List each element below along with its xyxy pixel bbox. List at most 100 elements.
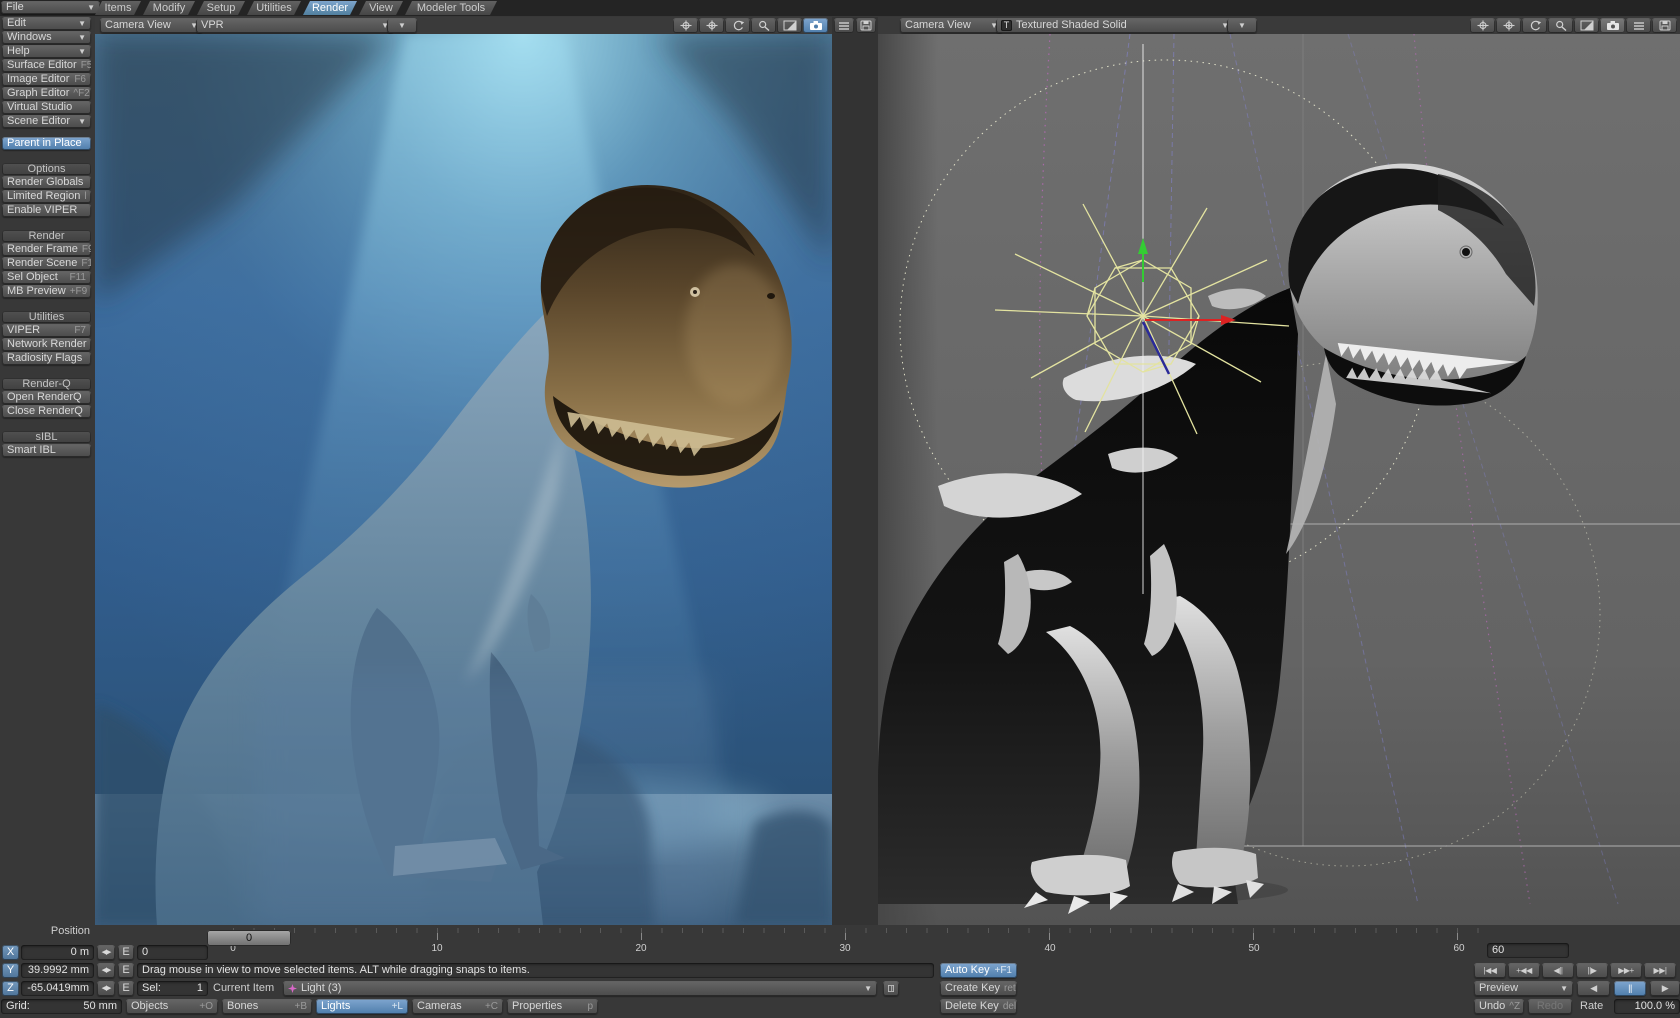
camera-icon[interactable] (1600, 18, 1625, 33)
mb-preview-button[interactable]: MB Preview+F9 (2, 285, 91, 298)
step-forward-button[interactable]: ||▶ (1576, 963, 1608, 978)
rotate-icon[interactable] (725, 18, 750, 33)
render-globals-button[interactable]: Render Globals (2, 176, 91, 189)
pause-button[interactable]: || (1614, 981, 1646, 996)
render-mode-dropdown[interactable]: T Textured Shaded Solid▼ (996, 18, 1234, 33)
preview-dropdown[interactable]: Preview▼ (1474, 981, 1573, 996)
pan-icon[interactable] (1496, 18, 1521, 33)
tab-view[interactable]: View (359, 1, 403, 15)
properties-button[interactable]: Propertiesp (507, 999, 598, 1014)
z-envelope-button[interactable]: E (118, 981, 134, 996)
sel-object-button[interactable]: Sel ObjectF11 (2, 271, 91, 284)
image-editor-button[interactable]: Image EditorF6 (2, 73, 91, 86)
parent-in-place-button[interactable]: Parent in Place (2, 137, 91, 150)
save-icon[interactable] (1652, 18, 1677, 33)
render-scene-button[interactable]: Render SceneF10 (2, 257, 91, 270)
help-menu-button[interactable]: Help▼ (2, 45, 91, 58)
item-tab-cameras[interactable]: Cameras+C (412, 999, 503, 1014)
frame-slider-handle[interactable]: 0 (207, 930, 291, 946)
y-value-field[interactable]: 39.9992 mm (21, 963, 94, 978)
camera-icon[interactable] (803, 18, 828, 33)
move-icon[interactable] (1470, 18, 1495, 33)
frame-number-field[interactable]: 0 (137, 945, 208, 960)
bottom-panel: Position 0 10 20 30 40 50 60 0 60 X 0 m … (0, 925, 1680, 1018)
previous-key-button[interactable]: +◀◀ (1508, 963, 1540, 978)
open-renderq-button[interactable]: Open RenderQ (2, 391, 91, 404)
move-icon[interactable] (673, 18, 698, 33)
section-header-sibl: sIBL (2, 431, 91, 443)
list-icon[interactable] (834, 18, 854, 33)
frame-tick-label: 40 (1044, 943, 1055, 954)
x-value-field[interactable]: 0 m (21, 945, 94, 960)
z-axis-toggle[interactable]: Z (2, 981, 19, 996)
tab-render[interactable]: Render (303, 1, 357, 15)
item-panel-button[interactable] (883, 981, 899, 996)
x-axis-toggle[interactable]: X (2, 945, 19, 960)
y-axis-toggle[interactable]: Y (2, 963, 19, 978)
current-item-dropdown[interactable]: Light (3) ▼ (283, 981, 877, 996)
redo-button[interactable]: Redo (1528, 999, 1572, 1014)
next-key-button[interactable]: ▶▶+ (1610, 963, 1642, 978)
view-type-dropdown[interactable]: Camera View▼ (100, 18, 203, 33)
dropdown-arrow-icon: ▼ (78, 45, 86, 58)
edit-menu-button[interactable]: Edit▼ (2, 17, 91, 30)
pan-icon[interactable] (699, 18, 724, 33)
item-tab-objects[interactable]: Objects+O (126, 999, 218, 1014)
tab-items[interactable]: Items (95, 1, 141, 15)
file-menu-button[interactable]: File ▼ (1, 1, 100, 14)
item-tab-lights[interactable]: Lights+L (316, 999, 408, 1014)
go-to-start-button[interactable]: |◀◀ (1474, 963, 1506, 978)
item-tab-bones[interactable]: Bones+B (222, 999, 312, 1014)
graph-editor-button[interactable]: Graph Editor^F2 (2, 87, 91, 100)
section-header-utilities: Utilities (2, 311, 91, 323)
viper-button[interactable]: VIPERF7 (2, 324, 91, 337)
list-icon[interactable] (1626, 18, 1651, 33)
end-frame-field[interactable]: 60 (1487, 943, 1569, 958)
virtual-studio-button[interactable]: Virtual Studio (2, 101, 91, 114)
timeline-ruler[interactable]: 0 10 20 30 40 50 60 0 (205, 928, 1483, 956)
delete-key-button[interactable]: Delete Keydel (940, 999, 1017, 1014)
smart-ibl-button[interactable]: Smart IBL (2, 444, 91, 457)
play-forward-button[interactable]: ▶ (1650, 981, 1680, 996)
current-item-label: Current Item (213, 981, 274, 996)
undo-button[interactable]: Undo^Z (1474, 999, 1524, 1014)
zoom-icon[interactable] (1548, 18, 1573, 33)
y-envelope-button[interactable]: E (118, 963, 134, 978)
tab-utilities[interactable]: Utilities (247, 1, 301, 15)
z-value-field[interactable]: -65.0419mm (21, 981, 94, 996)
close-renderq-button[interactable]: Close RenderQ (2, 405, 91, 418)
radiosity-flags-button[interactable]: Radiosity Flags (2, 352, 91, 365)
zoom-icon[interactable] (751, 18, 776, 33)
y-nudge-arrows[interactable]: ◀▶ (97, 963, 115, 978)
viewport-right-scene[interactable] (878, 34, 1680, 925)
viewport-options-dropdown[interactable]: ▼ (1227, 18, 1257, 33)
render-mode-dropdown[interactable]: VPR▼ (196, 18, 394, 33)
view-type-dropdown[interactable]: Camera View▼ (900, 18, 1003, 33)
enable-viper-button[interactable]: Enable VIPER (2, 204, 91, 217)
scene-editor-button[interactable]: Scene Editor▼ (2, 115, 91, 128)
create-key-button[interactable]: Create Keyret (940, 981, 1017, 996)
surface-editor-button[interactable]: Surface EditorF5 (2, 59, 91, 72)
tab-modify[interactable]: Modify (143, 1, 195, 15)
maximize-icon[interactable] (1574, 18, 1599, 33)
render-frame-button[interactable]: Render FrameF9 (2, 243, 91, 256)
tab-modeler-tools[interactable]: Modeler Tools (405, 1, 497, 15)
x-nudge-arrows[interactable]: ◀▶ (97, 945, 115, 960)
network-render-button[interactable]: Network Render (2, 338, 91, 351)
auto-key-button[interactable]: Auto Key+F1 (940, 963, 1017, 978)
windows-menu-button[interactable]: Windows▼ (2, 31, 91, 44)
grid-size-field: Grid:50 mm (1, 999, 122, 1014)
viewport-left-scene[interactable] (95, 34, 832, 925)
z-nudge-arrows[interactable]: ◀▶ (97, 981, 115, 996)
rate-field[interactable]: 100.0 % (1614, 999, 1680, 1014)
go-to-end-button[interactable]: ▶▶| (1644, 963, 1676, 978)
tab-setup[interactable]: Setup (197, 1, 245, 15)
play-reverse-button[interactable]: ◀ (1577, 981, 1610, 996)
x-envelope-button[interactable]: E (118, 945, 134, 960)
maximize-icon[interactable] (777, 18, 802, 33)
rotate-icon[interactable] (1522, 18, 1547, 33)
limited-region-button[interactable]: Limited Regionl (2, 190, 91, 203)
viewport-options-dropdown[interactable]: ▼ (387, 18, 417, 33)
save-icon[interactable] (856, 18, 876, 33)
step-back-button[interactable]: ◀|| (1542, 963, 1574, 978)
